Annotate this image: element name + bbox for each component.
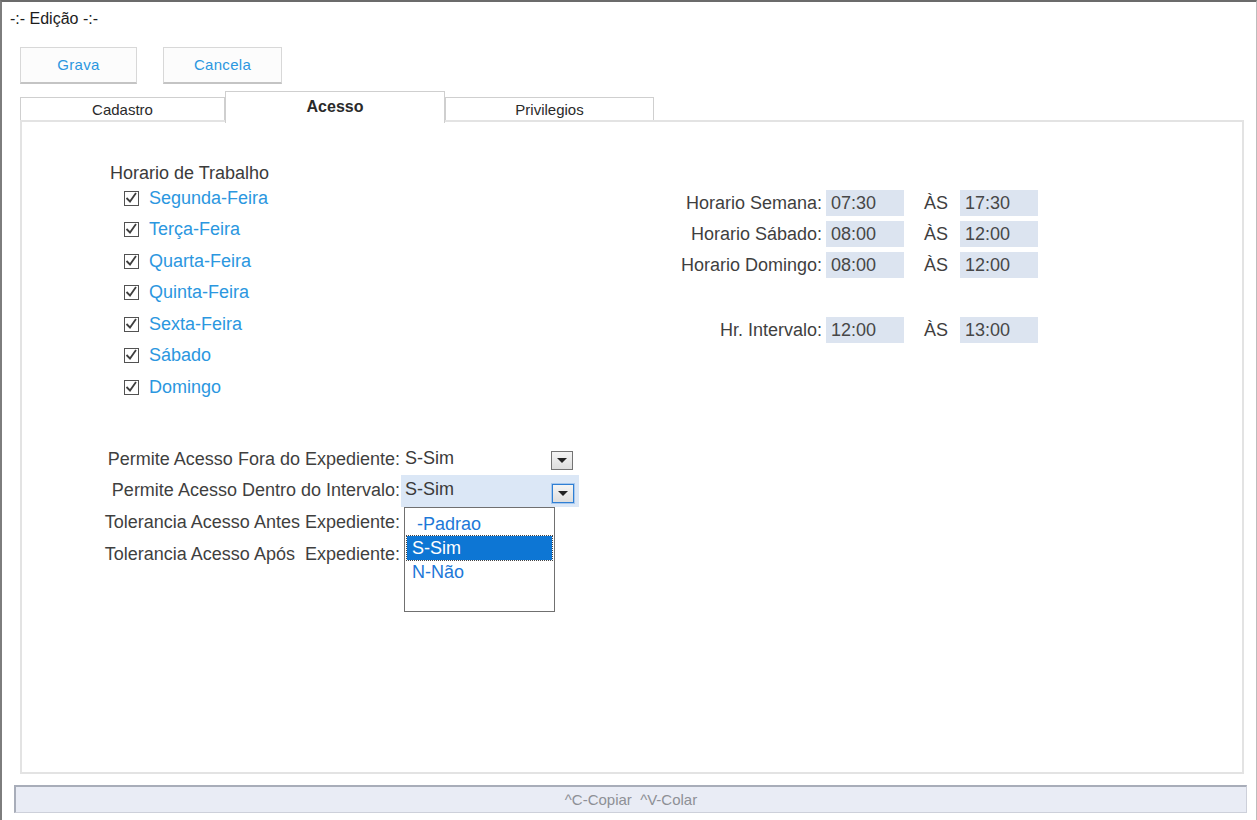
day-row-quarta: Quarta-Feira [124, 250, 251, 272]
window-title: -:- Edição -:- [10, 10, 98, 28]
check-icon [124, 380, 138, 394]
checkbox-terca[interactable] [124, 222, 139, 237]
tab-privilegios[interactable]: Privilegios [445, 97, 654, 121]
time-row-label: Horario Domingo: [602, 252, 822, 278]
day-label[interactable]: Sábado [149, 345, 211, 366]
as-label: ÀS [924, 252, 948, 278]
fora-expediente-value[interactable]: S-Sim [405, 448, 454, 469]
cancel-button[interactable]: Cancela [163, 47, 282, 84]
day-label[interactable]: Segunda-Feira [149, 188, 268, 209]
day-row-domingo: Domingo [124, 376, 221, 398]
day-row-sabado: Sábado [124, 344, 211, 366]
as-label: ÀS [924, 221, 948, 247]
checkbox-quarta[interactable] [124, 254, 139, 269]
day-row-quinta: Quinta-Feira [124, 281, 249, 303]
fora-expediente-dropdown-button[interactable] [551, 451, 573, 470]
day-label[interactable]: Quarta-Feira [149, 251, 251, 272]
dropdown-option-padrao[interactable]: -Padrao [405, 512, 554, 536]
day-row-segunda: Segunda-Feira [124, 187, 268, 209]
time-to-field[interactable]: 13:00 [960, 317, 1038, 343]
day-label[interactable]: Terça-Feira [149, 219, 240, 240]
as-label: ÀS [924, 317, 948, 343]
dropdown-arrow-icon [557, 458, 567, 463]
check-icon [124, 348, 138, 362]
time-from-field[interactable]: 08:00 [826, 221, 904, 247]
dentro-intervalo-dropdown-button[interactable] [552, 484, 574, 503]
dropdown-option-nao[interactable]: N-Não [405, 560, 554, 584]
day-row-sexta: Sexta-Feira [124, 313, 242, 335]
status-bar: ^C-Copiar ^V-Colar [14, 785, 1247, 813]
time-row-label: Horario Semana: [602, 190, 822, 216]
time-to-field[interactable]: 12:00 [960, 221, 1038, 247]
time-from-field[interactable]: 08:00 [826, 252, 904, 278]
dentro-intervalo-value[interactable]: S-Sim [405, 479, 454, 500]
time-row-label: Hr. Intervalo: [602, 317, 822, 343]
time-from-field[interactable]: 12:00 [826, 317, 904, 343]
tab-cadastro[interactable]: Cadastro [20, 97, 225, 121]
check-icon [124, 254, 138, 268]
tab-acesso[interactable]: Acesso [225, 91, 445, 123]
checkbox-domingo[interactable] [124, 380, 139, 395]
check-icon [124, 222, 138, 236]
check-icon [124, 317, 138, 331]
time-to-field[interactable]: 12:00 [960, 252, 1038, 278]
day-label[interactable]: Sexta-Feira [149, 314, 242, 335]
save-button[interactable]: Grava [20, 47, 137, 84]
checkbox-sabado[interactable] [124, 348, 139, 363]
day-label[interactable]: Quinta-Feira [149, 282, 249, 303]
dropdown-arrow-icon [558, 491, 568, 496]
check-icon [124, 285, 138, 299]
time-row-label: Horario Sábado: [602, 221, 822, 247]
work-schedule-title: Horario de Trabalho [110, 163, 269, 184]
checkbox-sexta[interactable] [124, 317, 139, 332]
time-from-field[interactable]: 07:30 [826, 190, 904, 216]
checkbox-segunda[interactable] [124, 191, 139, 206]
edit-window: -:- Edição -:- Grava Cancela Cadastro Ac… [0, 0, 1257, 820]
dentro-intervalo-label: Permite Acesso Dentro do Intervalo: [22, 480, 400, 501]
day-row-terca: Terça-Feira [124, 218, 240, 240]
dropdown-option-sim[interactable]: S-Sim [407, 536, 552, 560]
as-label: ÀS [924, 190, 948, 216]
fora-expediente-label: Permite Acesso Fora do Expediente: [22, 449, 400, 470]
day-label[interactable]: Domingo [149, 377, 221, 398]
tolerancia-apos-label: Tolerancia Acesso Após Expediente: [22, 544, 400, 565]
check-icon [124, 191, 138, 205]
dropdown-list: -Padrao S-Sim N-Não [404, 507, 555, 612]
checkbox-quinta[interactable] [124, 285, 139, 300]
time-to-field[interactable]: 17:30 [960, 190, 1038, 216]
tolerancia-antes-label: Tolerancia Acesso Antes Expediente: [22, 512, 400, 533]
